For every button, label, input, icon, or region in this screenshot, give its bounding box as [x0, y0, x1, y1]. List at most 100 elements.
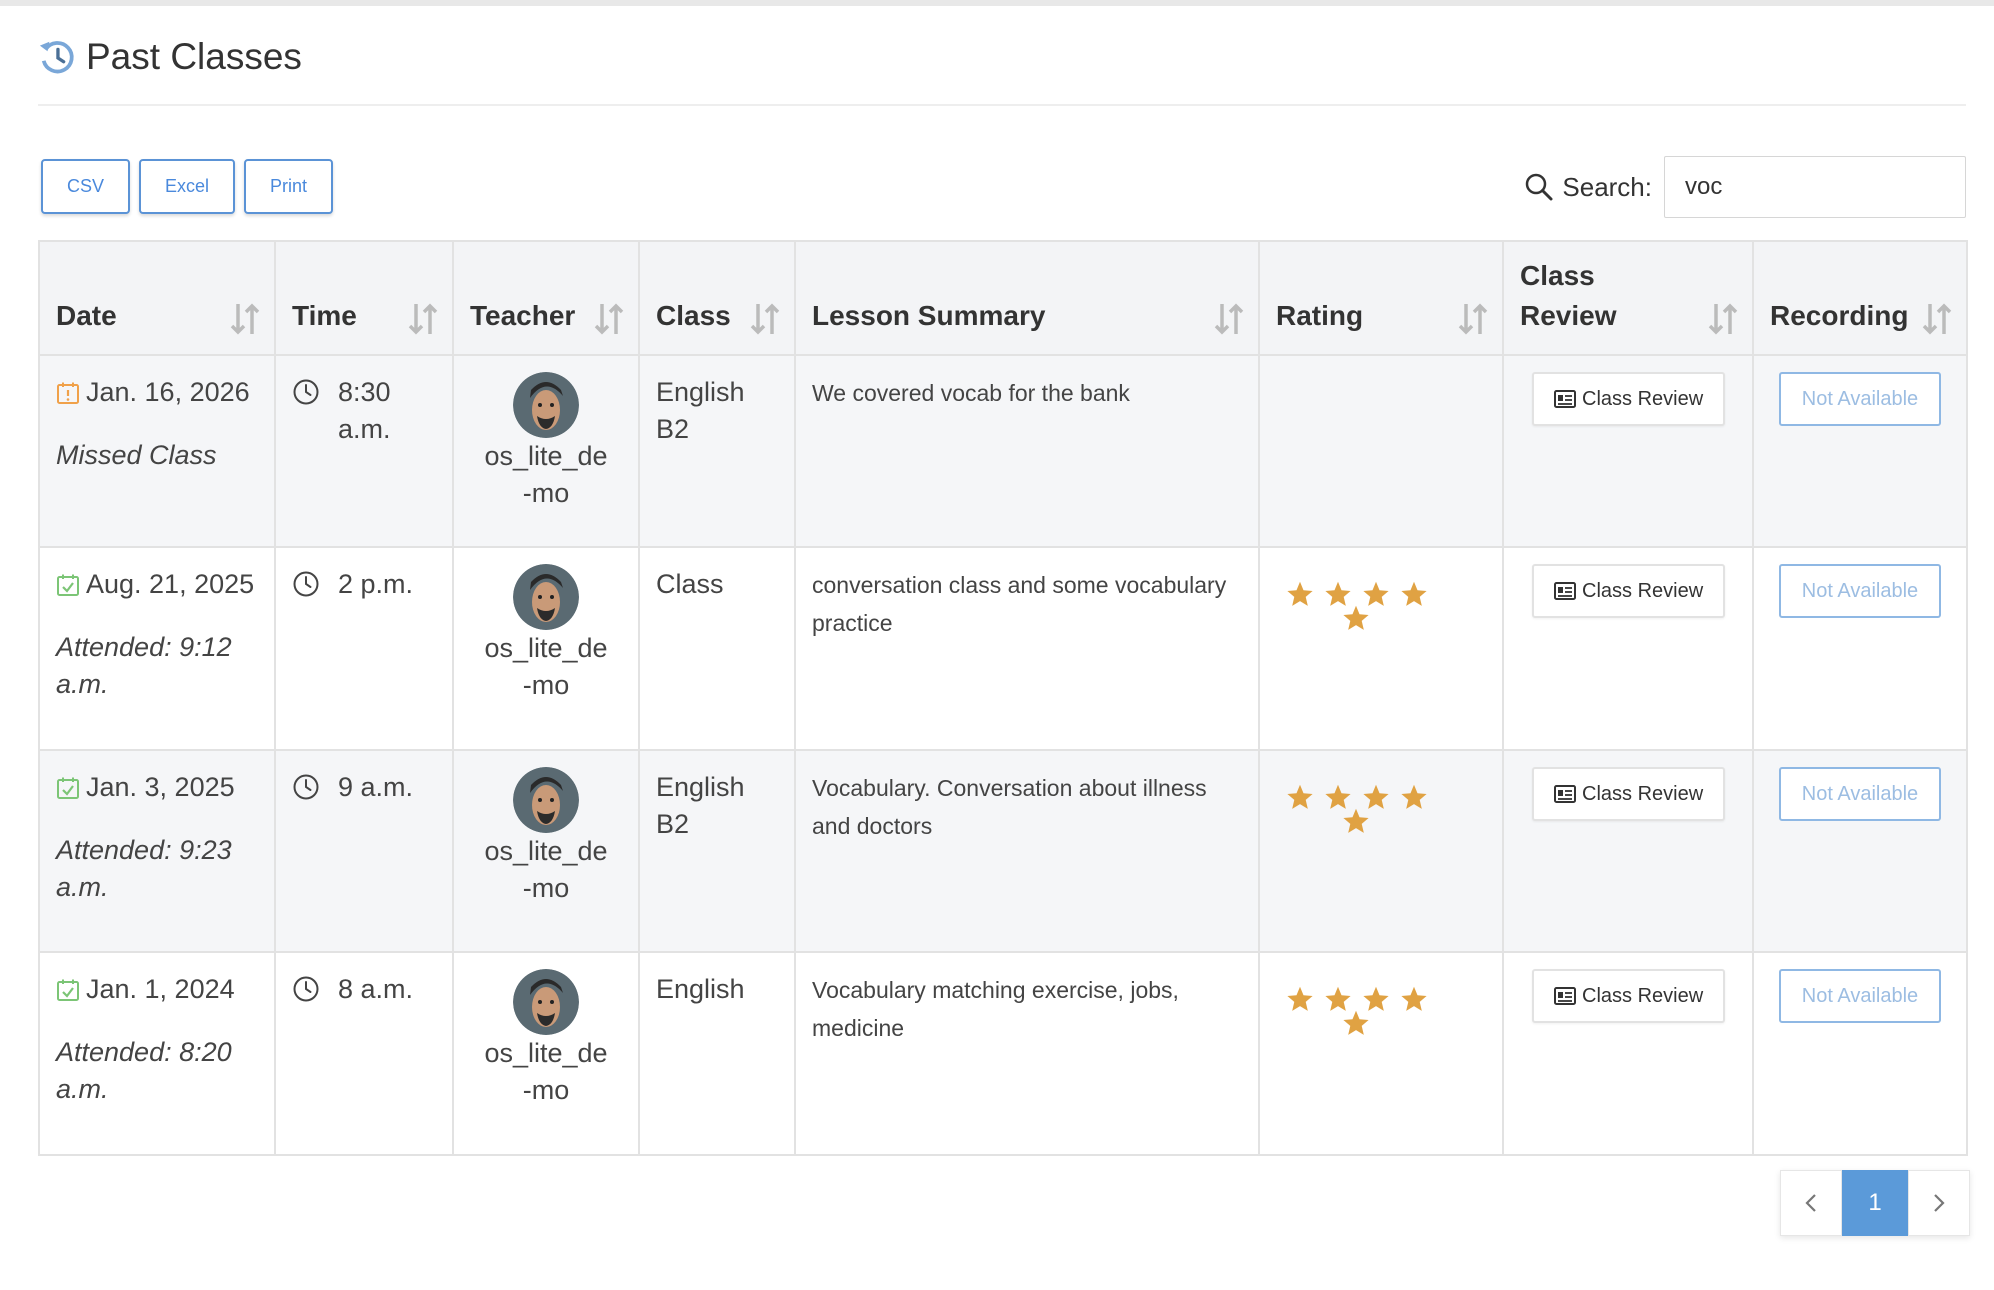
class-review-button[interactable]: Class Review [1532, 564, 1726, 618]
header-label: Rating [1276, 300, 1364, 331]
recording-cell: Not Available [1752, 749, 1968, 953]
calendar-missed-icon [57, 382, 79, 404]
print-button[interactable]: Print [244, 159, 334, 214]
column-header-review[interactable]: Class Review [1502, 240, 1754, 356]
sort-icon [1458, 303, 1488, 335]
column-header-date[interactable]: Date [38, 240, 276, 356]
table-row: Jan. 3, 2025 Attended: 9:23 a.m. 9 a.m. … [38, 749, 1968, 953]
next-page-button[interactable] [1908, 1170, 1970, 1236]
sort-icon [1708, 303, 1738, 335]
teacher-avatar[interactable] [513, 767, 579, 833]
id-card-icon [1554, 987, 1576, 1005]
sort-icon [750, 303, 780, 335]
header-label: Recording [1770, 300, 1909, 331]
page-number-button[interactable]: 1 [1842, 1170, 1908, 1236]
class-cell: Class [638, 546, 796, 751]
class-review-label: Class Review [1582, 984, 1704, 1007]
clock-icon [293, 774, 319, 800]
class-review-button[interactable]: Class Review [1532, 767, 1726, 821]
search-icon [1526, 173, 1553, 201]
class-review-label: Class Review [1582, 387, 1704, 410]
teacher-name: os_lite_de-mo [484, 441, 608, 508]
star-rating [1286, 580, 1476, 632]
review-cell: Class Review [1502, 354, 1754, 548]
class-date: Jan. 3, 2025 [86, 772, 235, 802]
clock-icon [293, 976, 319, 1002]
sort-icon [408, 303, 438, 335]
star-rating [1286, 783, 1476, 835]
star-icon [1343, 605, 1369, 630]
page-title: Past Classes [86, 36, 302, 77]
table-row: Jan. 1, 2024 Attended: 8:20 a.m. 8 a.m. … [38, 951, 1968, 1156]
teacher-avatar[interactable] [513, 372, 579, 438]
teacher-cell: os_lite_de-mo [452, 749, 640, 953]
lesson-summary: Vocabulary matching exercise, jobs, medi… [794, 951, 1260, 1156]
id-card-icon [1554, 582, 1576, 600]
class-time: 9 a.m. [338, 772, 414, 802]
star-rating [1286, 985, 1476, 1037]
column-header-teacher[interactable]: Teacher [452, 240, 640, 356]
recording-not-available-button[interactable]: Not Available [1779, 564, 1941, 618]
teacher-cell: os_lite_de-mo [452, 951, 640, 1156]
date-cell: Aug. 21, 2025 Attended: 9:12 a.m. [38, 546, 276, 751]
header-label: Time [292, 300, 357, 331]
class-review-button[interactable]: Class Review [1532, 372, 1726, 426]
column-header-summary[interactable]: Lesson Summary [794, 240, 1260, 356]
teacher-cell: os_lite_de-mo [452, 546, 640, 751]
lesson-summary: Vocabulary. Conversation about illness a… [794, 749, 1260, 953]
star-icon [1287, 986, 1313, 1011]
date-cell: Jan. 1, 2024 Attended: 8:20 a.m. [38, 951, 276, 1156]
clock-icon [293, 379, 319, 405]
previous-page-button[interactable] [1780, 1170, 1842, 1236]
csv-button[interactable]: CSV [41, 159, 131, 214]
attendance-status: Attended: 8:20 a.m. [56, 1037, 232, 1104]
rating-cell [1258, 546, 1504, 751]
attendance-status: Attended: 9:23 a.m. [56, 835, 232, 902]
star-icon [1401, 581, 1427, 606]
time-cell: 2 p.m. [274, 546, 454, 751]
search-box: Search: [1524, 156, 1966, 218]
table-row: Jan. 16, 2026 Missed Class 8:30 a.m. os_… [38, 354, 1968, 548]
excel-button[interactable]: Excel [139, 159, 236, 214]
recording-not-available-button[interactable]: Not Available [1779, 372, 1941, 426]
star-icon [1343, 1010, 1369, 1035]
header-label: Class Review [1520, 260, 1617, 331]
column-header-class[interactable]: Class [638, 240, 796, 356]
column-header-time[interactable]: Time [274, 240, 454, 356]
class-date: Aug. 21, 2025 [86, 569, 255, 599]
class-review-label: Class Review [1582, 579, 1704, 602]
calendar-check-icon [57, 574, 79, 596]
class-cell: English B2 [638, 749, 796, 953]
top-bar [0, 0, 1994, 6]
star-icon [1343, 808, 1369, 833]
column-header-rating[interactable]: Rating [1258, 240, 1504, 356]
sort-icon [1922, 303, 1952, 335]
sort-icon [594, 303, 624, 335]
attendance-status: Missed Class [56, 440, 217, 470]
review-cell: Class Review [1502, 546, 1754, 751]
column-header-recording[interactable]: Recording [1752, 240, 1968, 356]
teacher-avatar[interactable] [513, 564, 579, 630]
recording-not-available-button[interactable]: Not Available [1779, 969, 1941, 1023]
recording-not-available-button[interactable]: Not Available [1779, 767, 1941, 821]
id-card-icon [1554, 390, 1576, 408]
class-review-button[interactable]: Class Review [1532, 969, 1726, 1023]
rating-cell [1258, 354, 1504, 548]
teacher-avatar[interactable] [513, 969, 579, 1035]
sort-icon [1214, 303, 1244, 335]
time-cell: 8 a.m. [274, 951, 454, 1156]
calendar-check-icon [57, 777, 79, 799]
time-cell: 8:30 a.m. [274, 354, 454, 548]
chevron-left-icon [1805, 1194, 1816, 1212]
star-icon [1287, 784, 1313, 809]
recording-cell: Not Available [1752, 354, 1968, 548]
teacher-cell: os_lite_de-mo [452, 354, 640, 548]
id-card-icon [1554, 785, 1576, 803]
teacher-name: os_lite_de-mo [484, 1038, 608, 1105]
class-time: 8 a.m. [338, 974, 414, 1004]
rating-cell [1258, 951, 1504, 1156]
star-icon [1401, 784, 1427, 809]
search-input[interactable] [1664, 156, 1966, 218]
teacher-name: os_lite_de-mo [484, 633, 608, 700]
recording-cell: Not Available [1752, 546, 1968, 751]
